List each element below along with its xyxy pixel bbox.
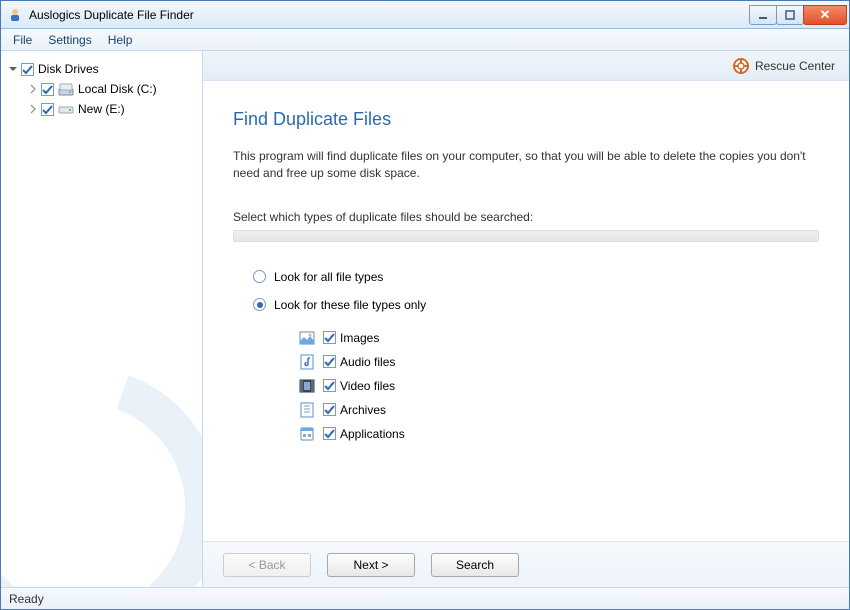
tree-drive-row[interactable]: Local Disk (C:) — [27, 79, 196, 99]
checkbox-video[interactable] — [323, 379, 336, 392]
status-text: Ready — [9, 592, 44, 606]
wizard-page: Find Duplicate Files This program will f… — [203, 81, 849, 541]
rescue-center-link[interactable]: Rescue Center — [733, 58, 835, 74]
archives-icon — [299, 402, 315, 418]
filetype-label: Audio files — [340, 355, 395, 369]
filetype-row-images[interactable]: Images — [299, 326, 819, 350]
sidebar: Disk Drives Local Disk (C:) New (E:) — [1, 51, 203, 587]
content: Disk Drives Local Disk (C:) New (E:) — [1, 51, 849, 587]
lifebuoy-icon — [733, 58, 749, 74]
filetype-label: Video files — [340, 379, 395, 393]
page-subheading: Select which types of duplicate files sh… — [233, 210, 819, 224]
filetype-row-video[interactable]: Video files — [299, 374, 819, 398]
filetype-label: Applications — [340, 427, 405, 441]
video-icon — [299, 378, 315, 394]
chevron-down-icon[interactable] — [7, 63, 19, 75]
radio-all-label: Look for all file types — [274, 270, 383, 284]
top-strip: Rescue Center — [203, 51, 849, 81]
page-title: Find Duplicate Files — [233, 109, 819, 130]
filetype-label: Archives — [340, 403, 386, 417]
window-title: Auslogics Duplicate File Finder — [29, 8, 750, 22]
chevron-right-icon[interactable] — [27, 83, 39, 95]
audio-icon — [299, 354, 315, 370]
applications-icon — [299, 426, 315, 442]
separator-bar — [233, 230, 819, 242]
checkbox-archives[interactable] — [323, 403, 336, 416]
filetype-row-archives[interactable]: Archives — [299, 398, 819, 422]
radio-all[interactable] — [253, 270, 266, 283]
hard-disk-icon — [58, 101, 74, 117]
titlebar: Auslogics Duplicate File Finder ✕ — [1, 1, 849, 29]
minimize-button[interactable] — [749, 5, 777, 25]
filetype-list: Images Audio files Video files — [253, 326, 819, 446]
filetype-mode-group: Look for all file types Look for these f… — [233, 270, 819, 446]
rescue-center-label: Rescue Center — [755, 59, 835, 73]
radio-all-row[interactable]: Look for all file types — [253, 270, 819, 284]
app-icon — [7, 7, 23, 23]
checkbox-drive-c[interactable] — [41, 83, 54, 96]
radio-these-row[interactable]: Look for these file types only — [253, 298, 819, 312]
checkbox-audio[interactable] — [323, 355, 336, 368]
next-button[interactable]: Next > — [327, 553, 415, 577]
back-button: < Back — [223, 553, 311, 577]
filetype-row-audio[interactable]: Audio files — [299, 350, 819, 374]
menu-help[interactable]: Help — [100, 31, 141, 49]
tree-drive-label: New (E:) — [78, 102, 125, 116]
radio-these-label: Look for these file types only — [274, 298, 426, 312]
radio-these[interactable] — [253, 298, 266, 311]
checkbox-images[interactable] — [323, 331, 336, 344]
maximize-button[interactable] — [776, 5, 804, 25]
menubar: File Settings Help — [1, 29, 849, 51]
menu-file[interactable]: File — [5, 31, 40, 49]
images-icon — [299, 330, 315, 346]
tree-root-row[interactable]: Disk Drives — [7, 59, 196, 79]
button-bar: < Back Next > Search — [203, 541, 849, 587]
chevron-right-icon[interactable] — [27, 103, 39, 115]
main-panel: Rescue Center Find Duplicate Files This … — [203, 51, 849, 587]
close-button[interactable]: ✕ — [803, 5, 847, 25]
window-buttons: ✕ — [750, 5, 847, 25]
search-button[interactable]: Search — [431, 553, 519, 577]
checkbox-applications[interactable] — [323, 427, 336, 440]
local-disk-icon — [58, 81, 74, 97]
checkbox-root[interactable] — [21, 63, 34, 76]
page-description: This program will find duplicate files o… — [233, 148, 813, 182]
tree-drive-row[interactable]: New (E:) — [27, 99, 196, 119]
tree-drive-label: Local Disk (C:) — [78, 82, 157, 96]
tree-root-label: Disk Drives — [38, 62, 99, 76]
filetype-row-applications[interactable]: Applications — [299, 422, 819, 446]
checkbox-drive-e[interactable] — [41, 103, 54, 116]
menu-settings[interactable]: Settings — [40, 31, 99, 49]
watermark-icon — [1, 321, 203, 587]
status-bar: Ready — [1, 587, 849, 609]
drive-tree: Disk Drives Local Disk (C:) New (E:) — [1, 51, 202, 127]
filetype-label: Images — [340, 331, 379, 345]
